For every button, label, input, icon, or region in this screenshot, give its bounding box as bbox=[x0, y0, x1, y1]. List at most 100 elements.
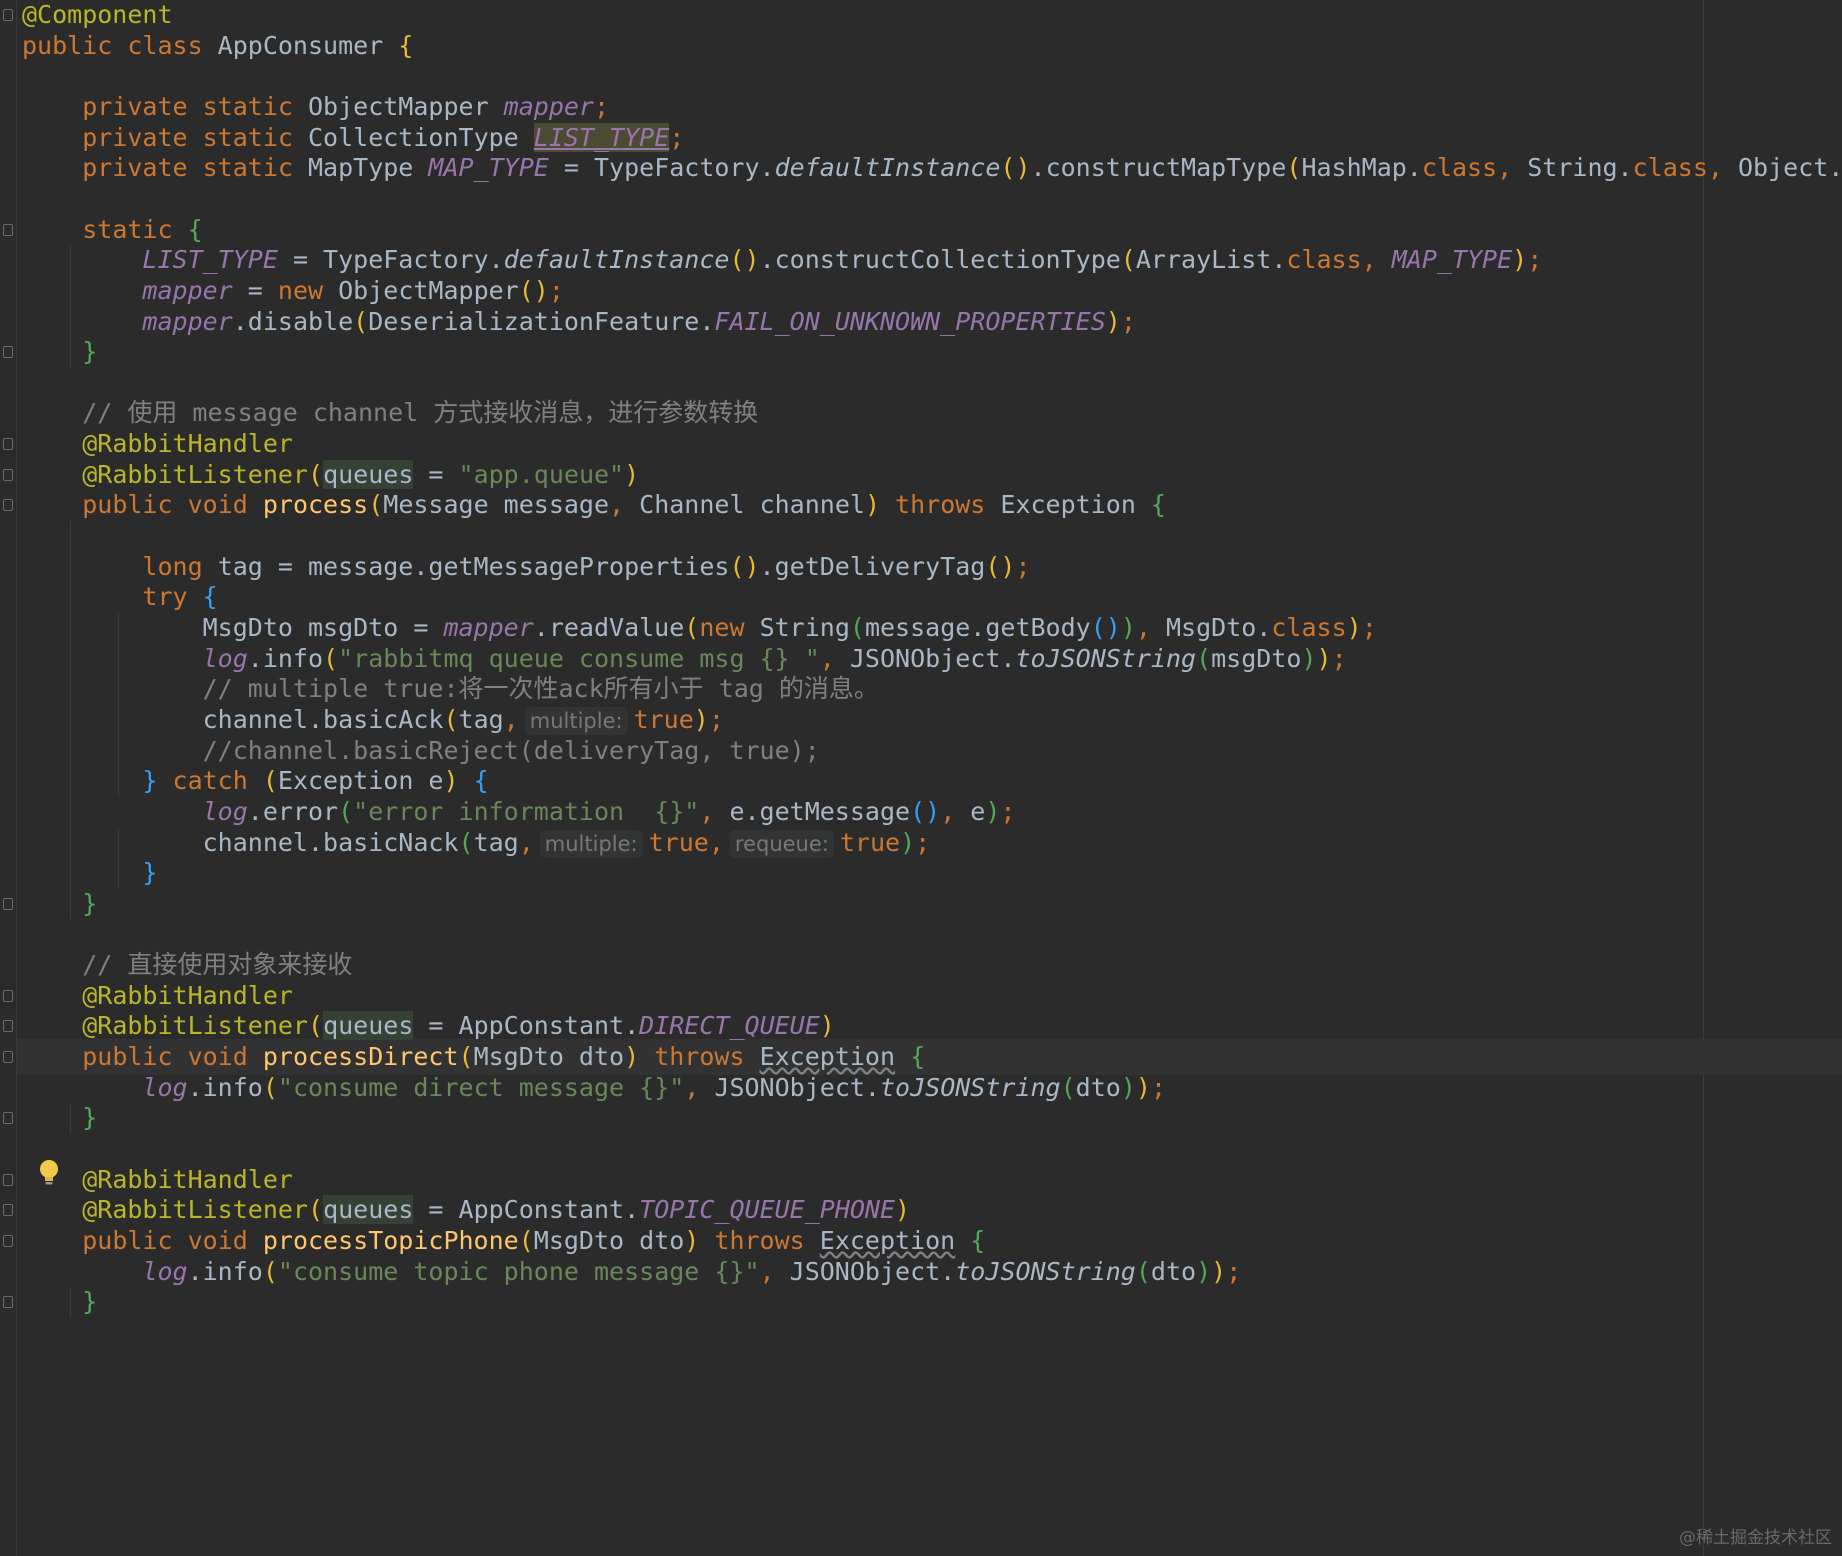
indent-guide bbox=[70, 245, 71, 368]
code-token: { bbox=[187, 214, 203, 244]
code-token: process bbox=[262, 490, 369, 520]
code-token: .constructCollectionType bbox=[759, 245, 1121, 275]
fold-marker-icon[interactable] bbox=[3, 468, 13, 481]
code-token: // 直接使用对象来接收 bbox=[82, 950, 353, 980]
code-token: new bbox=[699, 613, 760, 642]
code-token: () bbox=[518, 275, 549, 305]
code-token: message.getBody bbox=[864, 613, 1091, 642]
code-token: defaultInstance bbox=[503, 245, 730, 275]
fold-marker-icon[interactable] bbox=[3, 897, 13, 910]
code-token: e bbox=[970, 796, 986, 826]
code-token: true bbox=[648, 827, 709, 857]
editor-gutter[interactable] bbox=[0, 0, 17, 1556]
code-line[interactable]: log.info("consume topic phone message {}… bbox=[22, 1254, 1241, 1290]
code-token: ) bbox=[900, 827, 916, 857]
indent-guide bbox=[118, 827, 119, 889]
code-token: ) bbox=[1512, 245, 1528, 275]
fold-marker-icon[interactable] bbox=[3, 438, 13, 451]
code-token: private static bbox=[82, 91, 308, 121]
code-token: { bbox=[910, 1042, 926, 1072]
fold-marker-icon[interactable] bbox=[3, 1296, 13, 1309]
code-line[interactable]: } bbox=[22, 1284, 97, 1320]
code-token: ( bbox=[1060, 1072, 1076, 1102]
code-token: Object. bbox=[1737, 153, 1842, 183]
code-token: throws bbox=[714, 1226, 820, 1255]
code-line[interactable]: channel.basicNack(tag, multiple: true, requ… bbox=[22, 825, 930, 861]
code-token: ; bbox=[1000, 796, 1016, 826]
fold-marker-icon[interactable] bbox=[3, 989, 13, 1002]
watermark: @稀土掘金技术社区 bbox=[1679, 1528, 1832, 1548]
code-token: MAP_TYPE bbox=[1391, 245, 1513, 275]
code-token: queues bbox=[323, 459, 414, 489]
code-line[interactable]: public void process(Message message, Cha… bbox=[22, 487, 1166, 523]
code-token: ( bbox=[1286, 153, 1302, 183]
code-token: ( bbox=[353, 306, 369, 336]
code-token: { bbox=[970, 1226, 986, 1255]
fold-marker-icon[interactable] bbox=[3, 1051, 13, 1064]
code-line[interactable]: log.info("consume direct message {}", JS… bbox=[22, 1070, 1166, 1106]
code-token: } bbox=[82, 337, 98, 367]
code-token: @RabbitHandler bbox=[82, 980, 293, 1010]
fold-marker-icon[interactable] bbox=[3, 1020, 13, 1033]
code-token: ) bbox=[1120, 613, 1136, 642]
code-token: , bbox=[708, 827, 724, 857]
code-editor[interactable]: @Component public class AppConsumer { pri… bbox=[0, 0, 1842, 1556]
code-token: log bbox=[202, 643, 248, 673]
fold-marker-icon[interactable] bbox=[3, 9, 13, 21]
lightbulb-icon[interactable] bbox=[37, 1158, 61, 1188]
code-token: defaultInstance bbox=[774, 153, 1001, 183]
code-token: = TypeFactory. bbox=[548, 153, 775, 183]
code-token: { bbox=[202, 582, 218, 612]
code-token: true bbox=[633, 704, 694, 734]
code-token: tag = message.getMessageProperties bbox=[217, 551, 730, 581]
fold-marker-icon[interactable] bbox=[3, 1173, 13, 1186]
code-token: DIRECT_QUEUE bbox=[639, 1011, 820, 1041]
code-token: toJSONString bbox=[1015, 643, 1197, 673]
code-token: ; bbox=[708, 704, 724, 734]
fold-marker-icon[interactable] bbox=[3, 346, 13, 359]
code-token: JSONObject. bbox=[789, 1256, 956, 1286]
code-token: () bbox=[985, 551, 1016, 581]
code-token: TOPIC_QUEUE_PHONE bbox=[639, 1195, 896, 1225]
fold-marker-icon[interactable] bbox=[3, 499, 13, 512]
code-token: public void bbox=[82, 490, 263, 520]
fold-marker-icon[interactable] bbox=[3, 223, 13, 236]
code-token: ( bbox=[443, 704, 459, 734]
code-token: { bbox=[1150, 490, 1166, 520]
code-token: ; bbox=[1331, 643, 1347, 673]
code-line[interactable]: } bbox=[22, 334, 97, 370]
code-token: ) bbox=[624, 1042, 655, 1072]
code-token: , bbox=[684, 1072, 715, 1102]
code-token: = TypeFactory. bbox=[277, 245, 504, 275]
code-token: // 使用 message channel 方式接收消息，进行参数转换 bbox=[82, 398, 759, 428]
code-line[interactable]: private static MapType MAP_TYPE = TypeFa… bbox=[22, 150, 1842, 186]
code-line[interactable]: } bbox=[22, 886, 97, 922]
code-token: FAIL_ON_UNKNOWN_PROPERTIES bbox=[714, 306, 1106, 336]
code-token: ) bbox=[693, 704, 709, 734]
code-line[interactable]: mapper.disable(DeserializationFeature.FA… bbox=[22, 304, 1135, 340]
code-line[interactable]: public class AppConsumer { bbox=[22, 28, 413, 64]
code-token: @RabbitListener bbox=[82, 1195, 308, 1225]
fold-marker-icon[interactable] bbox=[3, 1204, 13, 1217]
code-line[interactable]: } bbox=[22, 1100, 97, 1136]
code-token: class bbox=[1632, 153, 1708, 183]
code-token: , bbox=[609, 490, 640, 520]
code-token: static bbox=[82, 214, 188, 244]
code-token: throws bbox=[654, 1042, 760, 1072]
fold-marker-icon[interactable] bbox=[3, 1235, 13, 1247]
code-token: mapper bbox=[142, 306, 233, 336]
fold-marker-icon[interactable] bbox=[3, 1112, 13, 1125]
code-token: public void bbox=[82, 1042, 263, 1072]
code-token: DeserializationFeature. bbox=[368, 306, 715, 336]
code-token: "error information {}" bbox=[353, 796, 700, 826]
code-token: ; bbox=[1527, 245, 1543, 275]
code-token: @RabbitListener bbox=[82, 459, 308, 489]
code-token: AppConsumer bbox=[217, 30, 399, 60]
